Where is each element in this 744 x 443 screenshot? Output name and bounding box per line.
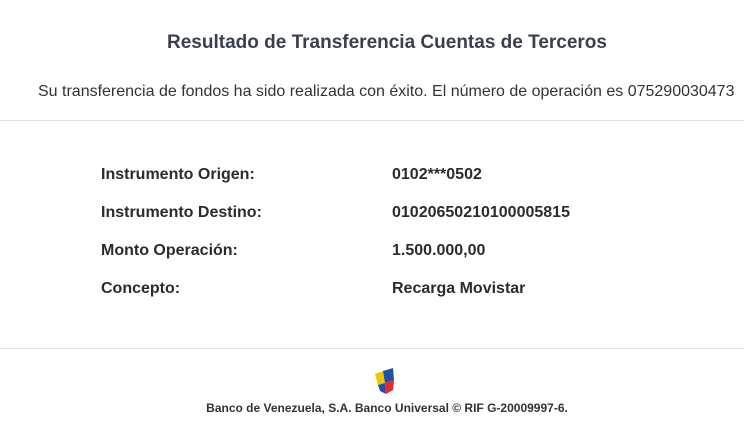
detail-row-origin: Instrumento Origen: 0102***0502 [101, 156, 570, 194]
destination-instrument-label: Instrumento Destino: [101, 204, 262, 221]
success-message: Su transferencia de fondos ha sido reali… [38, 83, 735, 100]
origin-instrument-label: Instrumento Origen: [101, 166, 255, 183]
destination-instrument-value: 01020650210100005815 [392, 204, 570, 221]
page-title: Resultado de Transferencia Cuentas de Te… [167, 32, 607, 53]
origin-instrument-value: 0102***0502 [392, 166, 482, 183]
detail-row-destination: Instrumento Destino: 0102065021010000581… [101, 194, 570, 232]
top-divider [0, 120, 744, 121]
concept-value: Recarga Movistar [392, 280, 526, 297]
banco-de-venezuela-logo-icon [375, 368, 394, 394]
footer-legal-text: Banco de Venezuela, S.A. Banco Universal… [206, 401, 568, 415]
amount-value: 1.500.000,00 [392, 242, 486, 259]
bottom-divider [0, 348, 744, 349]
amount-label: Monto Operación: [101, 242, 238, 259]
detail-row-concept: Concepto: Recarga Movistar [101, 270, 570, 308]
transfer-details: Instrumento Origen: 0102***0502 Instrume… [101, 156, 570, 308]
transfer-result-page: Resultado de Transferencia Cuentas de Te… [0, 0, 744, 443]
concept-label: Concepto: [101, 280, 181, 297]
detail-row-amount: Monto Operación: 1.500.000,00 [101, 232, 570, 270]
